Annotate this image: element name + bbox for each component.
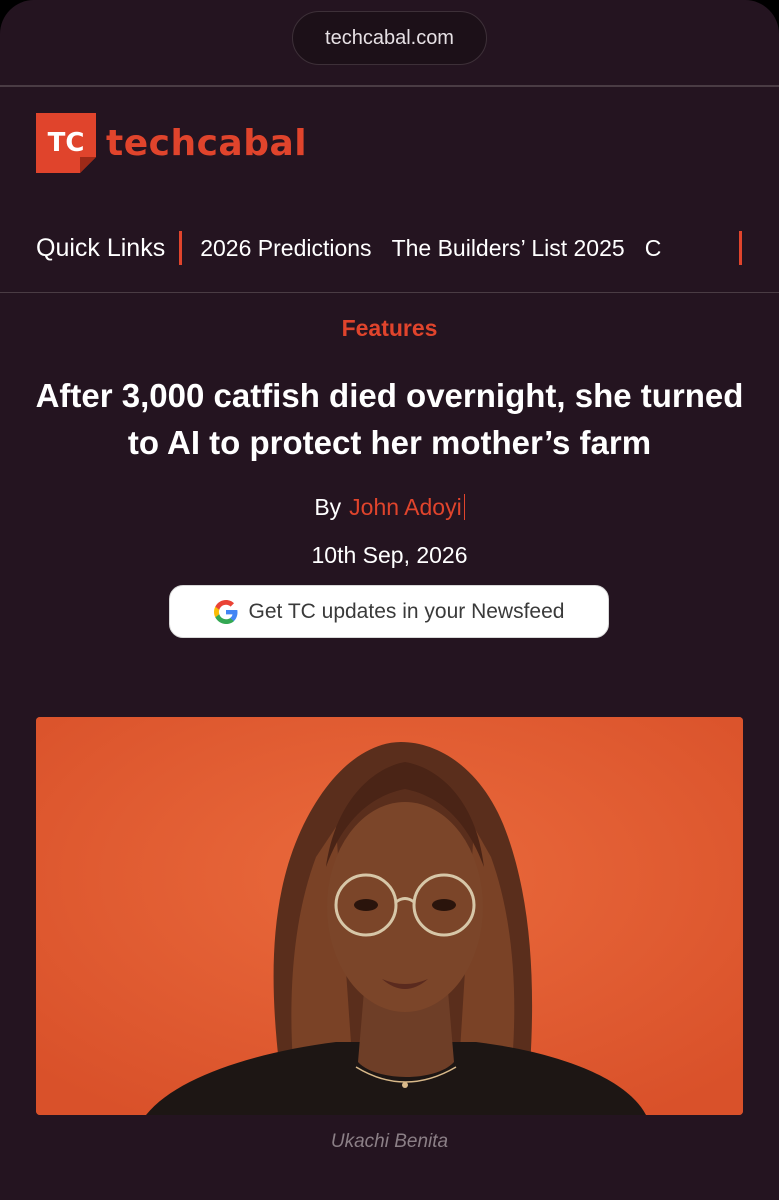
quick-link-predictions[interactable]: 2026 Predictions [200,235,371,262]
quick-link-truncated[interactable]: C [645,235,662,262]
quick-links-bar: Quick Links 2026 Predictions The Builder… [36,228,742,268]
url-bar[interactable]: techcabal.com [292,11,487,65]
article-headline: After 3,000 catfish died overnight, she … [35,377,744,461]
portrait-illustration [36,717,743,1115]
browser-screen: techcabal.com TC techcabal Quick Links 2… [0,0,779,1200]
nav-divider [0,292,779,293]
tc-logo-icon: TC [36,113,96,173]
quick-links-title: Quick Links [36,233,166,262]
article-byline: By John Adoyi [0,494,779,521]
publish-date: 10th Sep, 2026 [311,542,468,568]
newsfeed-button-label: Get TC updates in your Newsfeed [248,599,565,623]
author-link[interactable]: John Adoyi [349,494,465,520]
article-category[interactable]: Features [0,315,779,342]
header-divider [0,85,779,87]
site-logo[interactable]: TC techcabal [36,113,307,173]
quick-links-end-marker [739,231,742,265]
logo-mark-text: TC [48,128,85,158]
site-name: techcabal [106,122,308,164]
image-caption: Ukachi Benita [330,1131,449,1152]
quick-link-builders-list[interactable]: The Builders’ List 2025 [392,235,625,262]
url-text: techcabal.com [325,26,454,49]
google-g-icon [213,599,238,624]
newsfeed-button[interactable]: Get TC updates in your Newsfeed [169,585,609,638]
quick-links-separator [179,231,183,265]
by-label: By [314,494,342,520]
hero-image [36,717,743,1115]
